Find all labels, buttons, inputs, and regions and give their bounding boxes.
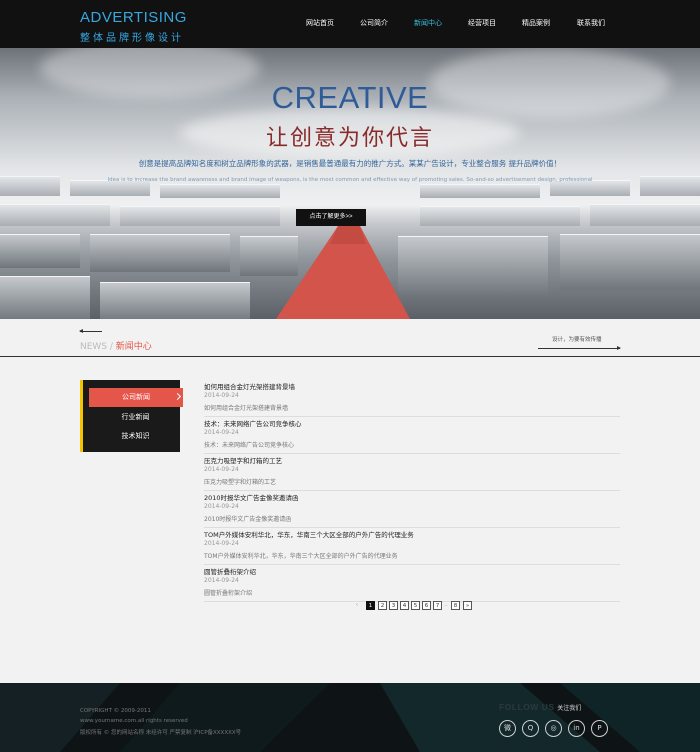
- sidebar-item-industry-news[interactable]: 行业新闻: [91, 408, 180, 427]
- news-summary: TOM户外媒体安利华北，华东，华南三个大区全部的户外广告的代理业务: [204, 553, 398, 560]
- site-footer: COPYRIGHT © 2009-2011 www.yourname.com.a…: [0, 683, 700, 752]
- category-sidebar: 公司新闻 行业新闻 技术知识: [80, 380, 183, 452]
- news-item[interactable]: 压克力吸塑字和灯箱的工艺 2014-09-24 压克力吸塑字和灯箱的工艺: [204, 455, 620, 491]
- nav-item-news[interactable]: 新闻中心: [414, 18, 442, 28]
- banner-title: CREATIVE: [271, 80, 429, 115]
- news-date: 2014-09-24: [204, 466, 239, 473]
- news-item[interactable]: 技术：未来网络广告公司竞争核心 2014-09-24 技术：未来网络广告公司竞争…: [204, 418, 620, 454]
- news-date: 2014-09-24: [204, 540, 239, 547]
- nav-item-services[interactable]: 经营项目: [468, 18, 496, 28]
- qq-icon[interactable]: Q: [522, 720, 539, 737]
- follow-us-heading: FOLLOW US 关注我们: [499, 702, 581, 713]
- news-title[interactable]: 如何用组合金灯光架搭建背景墙: [204, 381, 295, 391]
- page-button[interactable]: 8: [451, 601, 460, 610]
- section-title-en: NEWS: [80, 342, 108, 352]
- page-button[interactable]: 1: [366, 601, 375, 610]
- page-button[interactable]: 3: [389, 601, 398, 610]
- weibo-icon[interactable]: 微: [499, 720, 516, 737]
- news-date: 2014-09-24: [204, 429, 239, 436]
- news-date: 2014-09-24: [204, 503, 239, 510]
- page-button[interactable]: 4: [400, 601, 409, 610]
- section-title: NEWS / 新闻中心: [80, 339, 152, 352]
- section-title-separator: /: [107, 342, 116, 352]
- sidebar-item-label: 技术知识: [121, 432, 150, 440]
- news-date: 2014-09-24: [204, 577, 239, 584]
- nav-item-cases[interactable]: 精品案例: [522, 18, 550, 28]
- news-summary: 2010时报华文广告金像奖邀请函: [204, 516, 292, 523]
- hero-banner: CREATIVE 让创意为你代言 创意是提高品牌知名度和树立品牌形象的武器，是销…: [0, 48, 700, 319]
- nav-item-about[interactable]: 公司简介: [360, 18, 388, 28]
- banner-description: 创意是提高品牌知名度和树立品牌形象的武器，是销售最普通最有力的推广方式。某某广告…: [138, 159, 562, 168]
- right-arrow-icon: [538, 346, 621, 350]
- news-title[interactable]: 压克力吸塑字和灯箱的工艺: [204, 455, 282, 465]
- nav-item-contact[interactable]: 联系我们: [577, 18, 605, 28]
- chevron-right-icon: [173, 392, 182, 401]
- banner-description-en: Idea is to increase the brand awareness …: [107, 177, 593, 183]
- news-title[interactable]: TOM户外媒体安利华北，华东，华南三个大区全部的户外广告的代理业务: [204, 529, 414, 539]
- sidebar-accent-bar: [80, 380, 83, 452]
- wechat-icon[interactable]: ◎: [545, 720, 562, 737]
- next-page-button[interactable]: »: [463, 601, 472, 610]
- page-button[interactable]: 6: [422, 601, 431, 610]
- news-summary: 压克力吸塑字和灯箱的工艺: [204, 479, 277, 486]
- license-text: 版权所有 © 您的网站名称 未经许可 严禁复制 沪ICP备XXXXXX号: [80, 730, 242, 736]
- site-header: ADVERTISING 整体品牌形像设计 网站首页 公司简介 新闻中心 经营项目…: [0, 0, 700, 48]
- sidebar-item-company-news[interactable]: 公司新闻: [89, 388, 183, 407]
- news-summary: 圆管折叠桁架介绍: [204, 590, 253, 597]
- page-button[interactable]: 7: [433, 601, 442, 610]
- left-arrow-icon: [79, 329, 102, 333]
- news-title[interactable]: 2010时报华文广告金像奖邀请函: [204, 492, 299, 502]
- sidebar-item-label: 行业新闻: [121, 413, 150, 421]
- section-title-cn: 新闻中心: [115, 342, 152, 352]
- news-item[interactable]: 2010时报华文广告金像奖邀请函 2014-09-24 2010时报华文广告金像…: [204, 492, 620, 528]
- news-date: 2014-09-24: [204, 392, 239, 399]
- follow-us-en: FOLLOW US: [499, 702, 555, 712]
- sidebar-item-tech-knowledge[interactable]: 技术知识: [91, 427, 180, 446]
- nav-item-home[interactable]: 网站首页: [306, 18, 334, 28]
- learn-more-button[interactable]: 点击了解更多>>: [296, 209, 366, 226]
- page-button[interactable]: 2: [378, 601, 387, 610]
- news-summary: 技术：未来网络广告公司竞争核心: [204, 442, 295, 449]
- follow-us-cn: 关注我们: [557, 705, 582, 712]
- page-button[interactable]: 5: [411, 601, 420, 610]
- news-title[interactable]: 圆管折叠桁架介绍: [204, 566, 256, 576]
- copyright-text: COPYRIGHT © 2009-2011: [80, 708, 151, 714]
- section-divider: [0, 356, 700, 357]
- logo-subtitle: 整体品牌形像设计: [80, 33, 184, 44]
- prev-page-button[interactable]: ‹: [353, 601, 361, 610]
- banner-subtitle: 让创意为你代言: [265, 126, 434, 151]
- news-item[interactable]: 如何用组合金灯光架搭建背景墙 2014-09-24 如何用组合金灯光架搭建背景墙: [204, 381, 620, 417]
- pagination-ellipsis: ..: [444, 602, 448, 608]
- linkedin-icon[interactable]: in: [568, 720, 585, 737]
- news-item[interactable]: 圆管折叠桁架介绍 2014-09-24 圆管折叠桁架介绍: [204, 566, 620, 602]
- pinterest-icon[interactable]: P: [591, 720, 608, 737]
- rights-text: www.yourname.com.all rights reserved: [80, 718, 188, 724]
- news-title[interactable]: 技术：未来网络广告公司竞争核心: [204, 418, 302, 428]
- news-summary: 如何用组合金灯光架搭建背景墙: [204, 405, 289, 412]
- section-tagline: 设计，为要有效传播: [552, 337, 602, 343]
- logo-title[interactable]: ADVERTISING: [80, 9, 187, 26]
- sidebar-item-label: 公司新闻: [122, 393, 150, 401]
- news-item[interactable]: TOM户外媒体安利华北，华东，华南三个大区全部的户外广告的代理业务 2014-0…: [204, 529, 620, 565]
